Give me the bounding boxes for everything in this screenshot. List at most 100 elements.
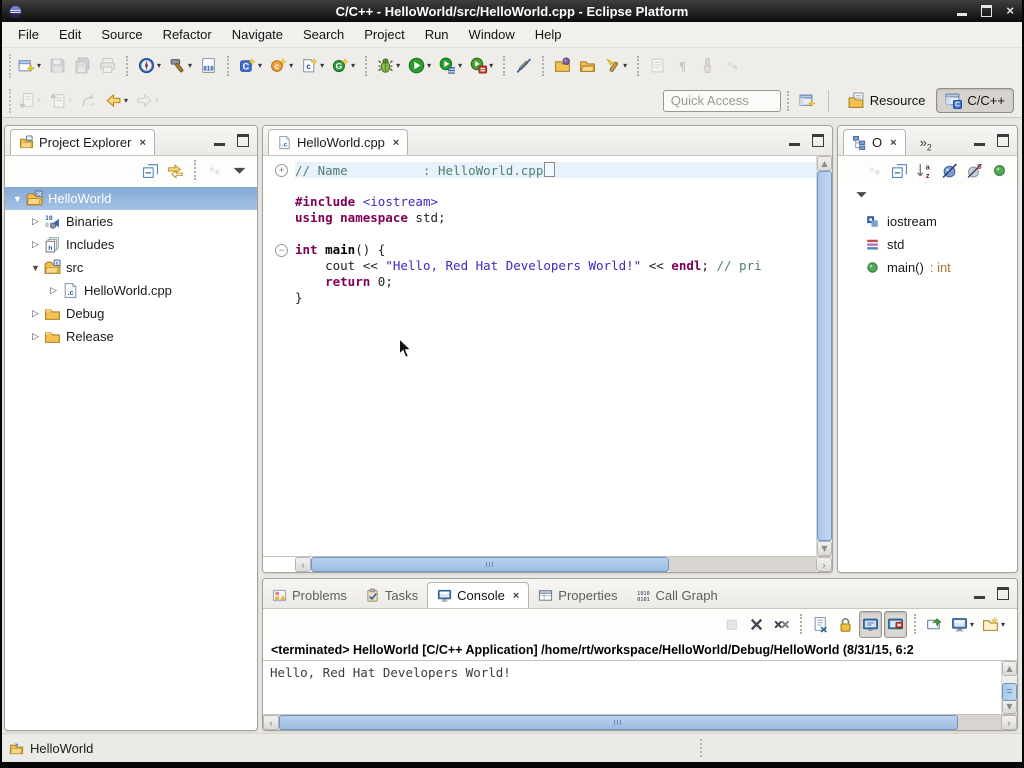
minimize-view-button[interactable] [974, 596, 985, 599]
new-console-button[interactable]: ▾ [979, 611, 1008, 638]
tree-item-helloworld[interactable]: ▼CHelloWorld [5, 187, 257, 210]
close-icon[interactable]: × [139, 137, 145, 149]
hide-blue-button[interactable] [938, 157, 961, 184]
menu-source[interactable]: Source [91, 24, 152, 45]
slash-pencil-button[interactable] [512, 52, 535, 79]
minimize-view-button[interactable] [789, 143, 800, 146]
menu-project[interactable]: Project [354, 24, 414, 45]
window-close-button[interactable]: × [1006, 0, 1014, 22]
tab-outline[interactable]: O × [843, 129, 906, 155]
debug-bug-button[interactable]: ▾ [374, 52, 403, 79]
hide-s-button[interactable]: S [963, 157, 986, 184]
menu-run[interactable]: Run [415, 24, 459, 45]
editor-horizontal-scrollbar[interactable]: ‹ › [263, 556, 832, 572]
tab-console[interactable]: Console× [427, 582, 529, 608]
close-icon[interactable]: × [393, 137, 399, 149]
open-perspective-button[interactable] [796, 87, 819, 114]
view-overflow-indicator[interactable]: »2 [920, 135, 932, 153]
scroll-up-button[interactable]: ▲ [817, 156, 832, 171]
twistie-icon[interactable]: ▷ [27, 331, 44, 342]
code-line[interactable]: using namespace std; [263, 210, 816, 226]
torch-button[interactable]: ▾ [601, 52, 630, 79]
maximize-view-button[interactable] [997, 587, 1009, 600]
tab-tasks[interactable]: Tasks [356, 582, 427, 608]
new-file-c-button[interactable]: c▾ [298, 52, 327, 79]
collapse-all-button[interactable] [139, 157, 162, 184]
run-list-button[interactable]: ▾ [436, 52, 465, 79]
menu-search[interactable]: Search [293, 24, 354, 45]
wrap-button[interactable] [859, 611, 882, 638]
collapse-all-button[interactable] [888, 157, 911, 184]
minimize-view-button[interactable] [974, 143, 985, 146]
twistie-icon[interactable]: ▼ [9, 194, 26, 204]
window-maximize-button[interactable] [981, 5, 992, 17]
menu-window[interactable]: Window [459, 24, 525, 45]
quick-access-input[interactable] [663, 90, 781, 112]
tree-item-src[interactable]: ▼csrc [5, 256, 257, 279]
maximize-view-button[interactable] [997, 134, 1009, 147]
clear-doc-button[interactable] [809, 611, 832, 638]
twistie-icon[interactable]: ▼ [27, 263, 44, 273]
scrollbar-thumb[interactable] [279, 715, 958, 730]
outline-item-iostream[interactable]: iostream [838, 210, 1017, 233]
outline-item-main[interactable]: main() : int [838, 256, 1017, 279]
tree-item-debug[interactable]: ▷Debug [5, 302, 257, 325]
tree-item-binaries[interactable]: ▷1001Binaries [5, 210, 257, 233]
new-green-c-button[interactable]: G▾ [329, 52, 358, 79]
menu-help[interactable]: Help [525, 24, 572, 45]
fold-collapse-icon[interactable]: − [275, 244, 288, 257]
scroll-down-button[interactable]: ▼ [1002, 699, 1017, 714]
scroll-left-button[interactable]: ‹ [295, 557, 311, 572]
twistie-icon[interactable]: ▷ [27, 239, 44, 250]
scrollbar-thumb[interactable] [1002, 683, 1017, 701]
code-line[interactable]: −int main() { [263, 242, 816, 258]
tree-item-release[interactable]: ▷Release [5, 325, 257, 348]
link-editor-button[interactable] [164, 157, 187, 184]
remove-xx-button[interactable] [770, 611, 793, 638]
scrollbar-thumb[interactable] [311, 557, 669, 572]
tab-project-explorer[interactable]: Project Explorer × [10, 129, 155, 155]
console-horizontal-scrollbar[interactable]: ‹ › [263, 714, 1017, 730]
tree-item-helloworld-cpp[interactable]: ▷.cHelloWorld.cpp [5, 279, 257, 302]
tab-helloworld-cpp[interactable]: .c HelloWorld.cpp × [268, 129, 408, 155]
code-line[interactable]: +// Name : HelloWorld.cpp [263, 162, 816, 178]
scrollbar-thumb[interactable] [817, 171, 832, 541]
run-play-button[interactable]: ▾ [405, 52, 434, 79]
twistie-icon[interactable]: ▷ [45, 285, 62, 296]
new-wizard-button[interactable]: ▾ [15, 52, 44, 79]
pin-console-button[interactable] [884, 611, 907, 638]
scroll-right-button[interactable]: › [1001, 715, 1017, 730]
hammer-button[interactable]: ▾ [166, 52, 195, 79]
code-line[interactable] [263, 226, 816, 242]
console-output[interactable]: Hello, Red Hat Developers World! [263, 661, 1001, 714]
tab-problems[interactable]: Problems [263, 582, 356, 608]
console-vertical-scrollbar[interactable]: ▲ ▼ [1001, 661, 1017, 714]
binary-file-button[interactable]: 010 [197, 52, 220, 79]
code-editor[interactable]: +// Name : HelloWorld.cpp#include <iostr… [263, 156, 816, 556]
coverage-button[interactable]: ▾ [467, 52, 496, 79]
new-class-blue-button[interactable]: C▾ [236, 52, 265, 79]
new-file-orange-button[interactable]: c▾ [267, 52, 296, 79]
scroll-left-button[interactable]: ‹ [263, 715, 279, 730]
compass-button[interactable]: ▾ [135, 52, 164, 79]
fold-expand-icon[interactable]: + [275, 164, 288, 177]
scroll-up-button[interactable]: ▲ [1002, 661, 1017, 676]
twistie-icon[interactable]: ▷ [27, 216, 44, 227]
code-line[interactable]: } [263, 290, 816, 306]
minimize-view-button[interactable] [214, 143, 225, 146]
remove-x-button[interactable] [745, 611, 768, 638]
menu-edit[interactable]: Edit [49, 24, 91, 45]
outline-item-std[interactable]: std [838, 233, 1017, 256]
folder-open-button[interactable] [576, 52, 599, 79]
monitor-pin-button[interactable] [923, 611, 946, 638]
scroll-down-button[interactable]: ▼ [817, 541, 832, 556]
monitor-button[interactable]: ▾ [948, 611, 977, 638]
green-dot-button[interactable] [988, 157, 1011, 184]
folder-import-button[interactable] [551, 52, 574, 79]
code-line[interactable]: cout << "Hello, Red Hat Developers World… [263, 258, 816, 274]
perspective-resource[interactable]: Resource [839, 88, 935, 113]
code-line[interactable] [263, 178, 816, 194]
menu-refactor[interactable]: Refactor [153, 24, 222, 45]
code-line[interactable]: return 0; [263, 274, 816, 290]
tree-item-includes[interactable]: ▷hIncludes [5, 233, 257, 256]
